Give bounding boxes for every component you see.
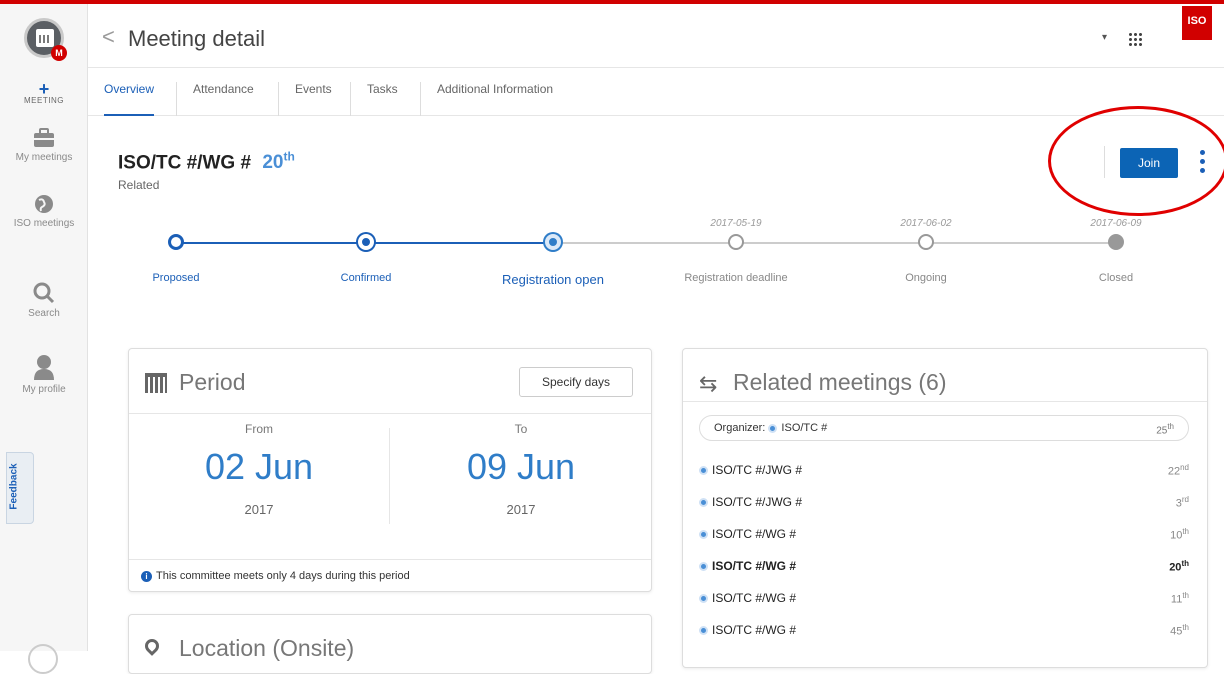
period-card: Period Specify days From 02 Jun 2017 To … <box>128 348 652 592</box>
period-to: To 09 Jun 2017 <box>391 422 651 517</box>
list-item[interactable]: ISO/TC #/WG # 10th <box>699 523 1189 549</box>
page-title: Meeting detail <box>128 26 265 51</box>
list-item[interactable]: ISO/TC #/JWG # 3rd <box>699 491 1189 517</box>
related-meetings-title: Related meetings (6) <box>733 369 947 395</box>
search-icon <box>33 282 55 304</box>
meeting-dot-icon <box>768 423 778 433</box>
globe-icon <box>35 195 53 213</box>
step-dot <box>358 234 374 250</box>
step-label: Registration open <box>502 272 604 287</box>
meeting-ordinal: 20th <box>262 150 295 174</box>
briefcase-icon <box>34 128 54 147</box>
plus-icon: + <box>38 79 50 99</box>
tab-additional-information[interactable]: Additional Information <box>420 82 553 116</box>
step-dot <box>168 234 184 250</box>
sidebar-item-label: My meetings <box>15 152 73 163</box>
tab-overview[interactable]: Overview <box>104 82 155 116</box>
sidebar: M + MEETING My meetings ISO meetings Sea… <box>0 4 88 674</box>
organizer-item[interactable]: Organizer: ISO/TC # 25th <box>699 415 1189 441</box>
divider <box>683 401 1207 402</box>
new-meeting-button[interactable]: + MEETING <box>0 79 88 105</box>
location-card: Location (Onsite) <box>128 614 652 674</box>
organizer-name: ISO/TC # <box>781 422 828 434</box>
top-bar: < Meeting detail ▾ ISO <box>88 4 1224 68</box>
sidebar-item-search[interactable]: Search <box>0 282 88 319</box>
step-date: 2017-06-09 <box>1090 218 1142 229</box>
period-note-text: This committee meets only 4 days during … <box>156 570 410 582</box>
meeting-ordinal: 25th <box>1156 422 1174 437</box>
info-icon: i <box>141 571 152 582</box>
check-icon <box>918 234 934 250</box>
timeline-pending-line <box>561 242 1116 244</box>
list-item[interactable]: ISO/TC #/WG # 45th <box>699 619 1189 645</box>
iso-logo: ISO <box>1182 6 1212 40</box>
repeat-icon: ⇆ <box>699 371 718 396</box>
tab-attendance[interactable]: Attendance <box>176 82 254 116</box>
step-date: 2017-05-19 <box>710 218 762 229</box>
meeting-dot-icon <box>699 530 708 540</box>
tab-tasks[interactable]: Tasks <box>350 82 398 116</box>
organizer-label: Organizer: <box>714 422 766 434</box>
step-date: 2017-06-02 <box>900 218 952 229</box>
step-label: Confirmed <box>340 272 392 284</box>
dropdown-arrow-icon[interactable]: ▾ <box>1102 32 1107 43</box>
close-circle-icon <box>1108 234 1124 250</box>
step-label: Registration deadline <box>684 272 788 284</box>
specify-days-button[interactable]: Specify days <box>519 367 633 397</box>
meeting-dot-icon <box>699 498 708 508</box>
divider <box>389 428 390 524</box>
location-title: Location (Onsite) <box>179 635 355 661</box>
person-icon <box>34 355 54 380</box>
from-year: 2017 <box>244 502 274 517</box>
sidebar-item-my-meetings[interactable]: My meetings <box>0 128 88 163</box>
meeting-dot-icon <box>699 626 708 636</box>
sidebar-item-label: ISO meetings <box>13 218 75 229</box>
period-note: i This committee meets only 4 days during… <box>129 559 651 593</box>
step-dot <box>545 234 561 250</box>
app-logo[interactable]: M <box>24 18 67 61</box>
sidebar-bottom-icon[interactable] <box>28 644 58 674</box>
step-label: Closed <box>1098 272 1134 284</box>
feedback-label: Feedback <box>8 463 20 510</box>
period-dates: From 02 Jun 2017 To 09 Jun 2017 <box>129 413 651 537</box>
related-meetings-card: ⇆ Related meetings (6) Organizer: ISO/TC… <box>682 348 1208 668</box>
app-badge: M <box>51 45 67 61</box>
sidebar-item-label: My profile <box>22 384 66 395</box>
step-label: Proposed <box>152 272 200 284</box>
period-title: Period <box>179 369 246 395</box>
list-item[interactable]: ISO/TC #/JWG # 22nd <box>699 459 1189 485</box>
sidebar-item-iso-meetings[interactable]: ISO meetings <box>0 194 88 229</box>
to-date: 09 Jun <box>466 446 576 487</box>
calendar-icon <box>145 373 167 393</box>
tab-events[interactable]: Events <box>278 82 332 116</box>
sidebar-item-my-profile[interactable]: My profile <box>0 354 88 395</box>
period-from: From 02 Jun 2017 <box>129 422 389 517</box>
meeting-name: ISO/TC #/WG # <box>118 152 252 174</box>
meeting-title: ISO/TC #/WG # 20th <box>118 150 295 174</box>
location-pin-icon <box>142 636 162 656</box>
meeting-dot-icon <box>699 594 708 604</box>
clock-icon <box>728 234 744 250</box>
to-year: 2017 <box>506 502 536 517</box>
list-item[interactable]: ISO/TC #/WG # 11th <box>699 587 1189 613</box>
sidebar-item-label: Search <box>28 308 60 319</box>
app-grid-icon[interactable] <box>1128 32 1142 46</box>
list-item-current[interactable]: ISO/TC #/WG # 20th <box>699 555 1189 581</box>
tab-bar: Overview Attendance Events Tasks Additio… <box>88 68 1224 116</box>
to-label: To <box>514 422 528 436</box>
meeting-dot-icon <box>699 562 708 572</box>
back-icon[interactable]: < <box>102 24 115 50</box>
meeting-dot-icon <box>699 466 708 476</box>
new-meeting-label: MEETING <box>24 96 64 105</box>
status-timeline: Proposed Confirmed Registration open 201… <box>88 180 1224 310</box>
feedback-tab[interactable]: Feedback <box>6 452 34 524</box>
step-label: Ongoing <box>905 272 947 284</box>
from-label: From <box>245 422 273 436</box>
from-date: 02 Jun <box>204 446 314 487</box>
calendar-icon <box>36 29 54 47</box>
